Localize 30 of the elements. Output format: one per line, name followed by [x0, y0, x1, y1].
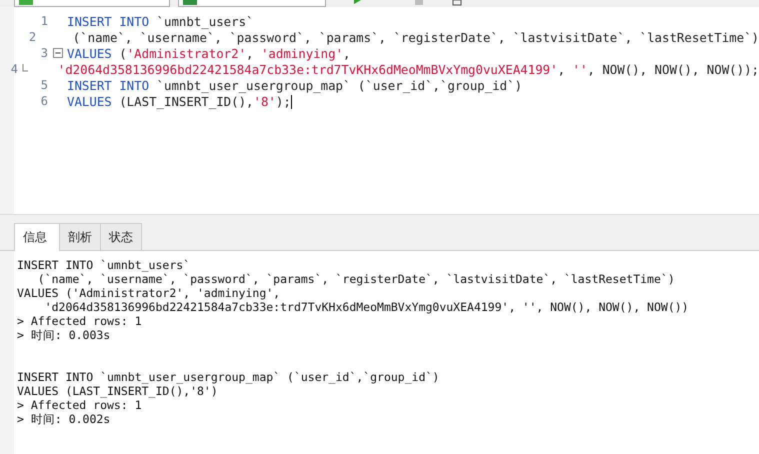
- connection-dropdown[interactable]: [14, 0, 170, 7]
- tab[interactable]: 信息: [14, 223, 60, 251]
- tab[interactable]: 状态: [100, 223, 142, 250]
- line-number: 2: [28, 30, 36, 44]
- output-line: > 时间: 0.003s: [17, 328, 112, 342]
- sql-editor[interactable]: [0, 7, 759, 214]
- line-number: 6: [40, 94, 48, 108]
- database-dropdown[interactable]: [178, 0, 326, 7]
- line-number: 1: [40, 14, 48, 28]
- code-line: 'd2064d358136996bd22421584a7cb33e:trd7TvKHx6dMeoMmBVxYmg0vuXEA4199', '', NOW(), NOW(), NOW());: [56, 62, 759, 77]
- output-line: > Affected rows: 1: [17, 314, 143, 328]
- line-number: 3: [40, 46, 48, 60]
- line-number: 4: [10, 62, 18, 76]
- code-line: INSERT INTO `umnbt_users`: [67, 14, 254, 29]
- line-number: 5: [40, 78, 48, 92]
- code-line: (`name`, `username`, `password`, `params`, `registerDate`, `lastvisitDate`, `lastResetTime`): [72, 30, 759, 45]
- output-line: > Affected rows: 1: [17, 398, 143, 412]
- output-line: VALUES ('Administrator2', 'adminying',: [17, 286, 282, 300]
- tab[interactable]: 剖析: [59, 223, 101, 250]
- output-line: VALUES (LAST_INSERT_ID(),'8'): [17, 384, 219, 398]
- output-line: INSERT INTO `umnbt_user_usergroup_map` (`user_id`,`group_id`): [17, 370, 440, 384]
- code-line: VALUES ('Administrator2', 'adminying',: [67, 46, 350, 61]
- code-line: INSERT INTO `umnbt_user_usergroup_map` (`user_id`,`group_id`): [67, 78, 522, 93]
- output-line: (`name`, `username`, `password`, `params`, `registerDate`, `lastvisitDate`, `lastResetTime`): [36, 272, 676, 286]
- document-icon[interactable]: [452, 0, 462, 6]
- code-line: VALUES (LAST_INSERT_ID(),'8');: [67, 94, 292, 110]
- output-line: 'd2064d358136996bd22421584a7cb33e:trd7TvKHx6dMeoMmBVxYmg0vuXEA4199', '', NOW(), NOW(), NOW()): [44, 300, 690, 314]
- output-line: INSERT INTO `umnbt_users`: [17, 258, 192, 272]
- collapse-icon[interactable]: [52, 48, 62, 58]
- output-line: > 时间: 0.002s: [17, 412, 112, 426]
